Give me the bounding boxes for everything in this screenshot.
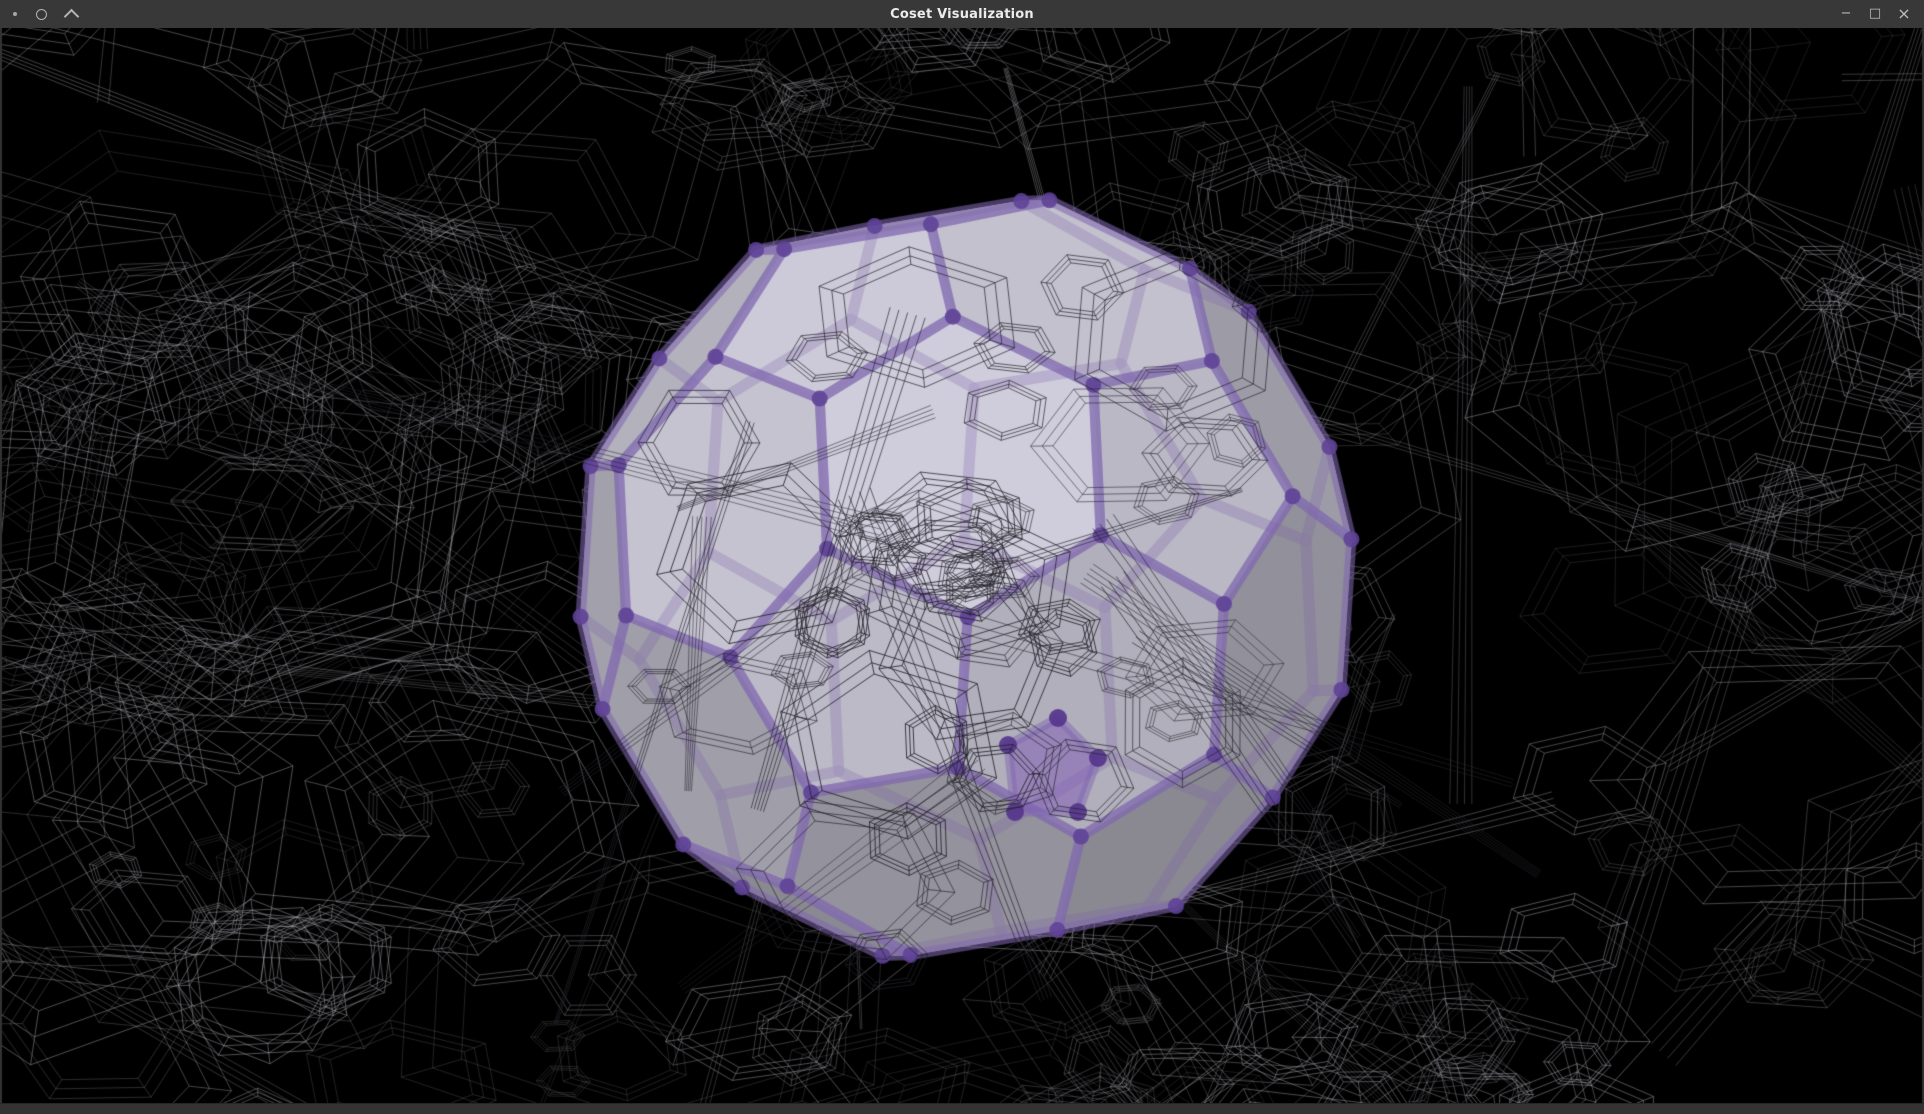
app-dot-icon[interactable] <box>13 12 17 16</box>
coset-3d-viewport[interactable] <box>0 28 1924 1103</box>
window-title: Coset Visualization <box>0 0 1924 28</box>
app-window: Coset Visualization − □ × <box>0 0 1924 1114</box>
titlebar-left-controls <box>0 6 77 22</box>
chevron-up-icon[interactable] <box>64 9 80 25</box>
titlebar[interactable]: Coset Visualization − □ × <box>0 0 1924 28</box>
titlebar-right-controls: − □ × <box>1836 4 1924 24</box>
record-circle-icon[interactable] <box>36 9 47 20</box>
maximize-button[interactable]: □ <box>1865 4 1885 24</box>
minimize-button[interactable]: − <box>1836 4 1856 24</box>
close-button[interactable]: × <box>1894 4 1914 24</box>
window-bottom-border <box>0 1103 1924 1114</box>
